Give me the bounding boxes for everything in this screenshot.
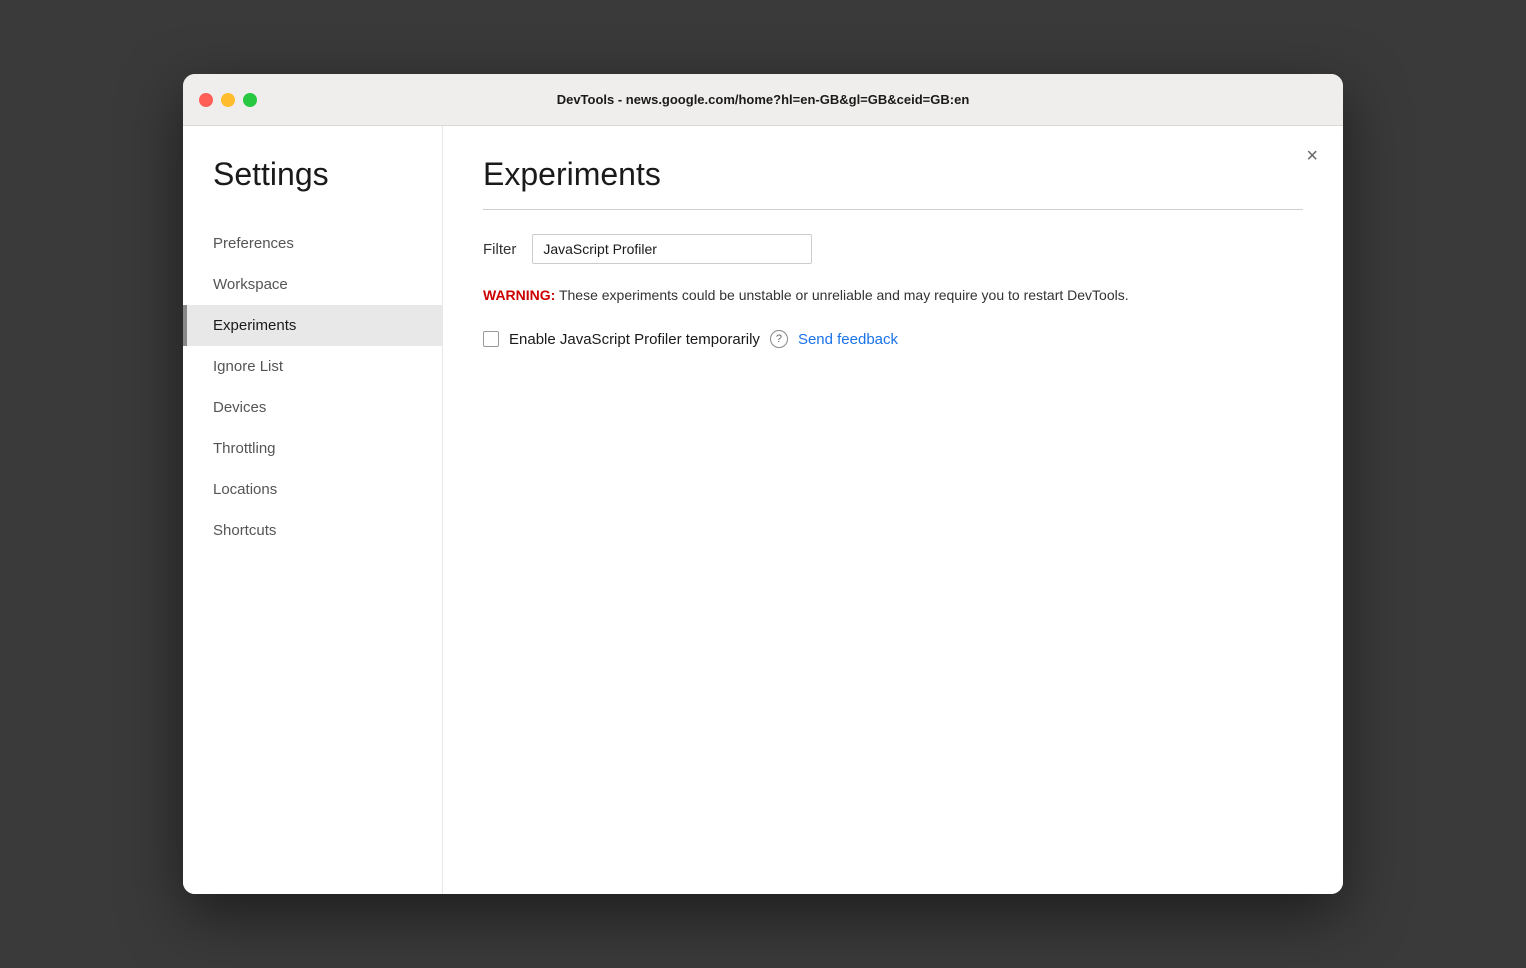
window: DevTools - news.google.com/home?hl=en-GB… <box>183 74 1343 894</box>
warning-label: WARNING: <box>483 287 555 303</box>
window-content: Settings Preferences Workspace Experimen… <box>183 126 1343 894</box>
dialog-close-button[interactable]: × <box>1306 146 1318 166</box>
sidebar-item-workspace[interactable]: Workspace <box>183 264 442 305</box>
sidebar-item-ignore-list[interactable]: Ignore List <box>183 346 442 387</box>
sidebar-item-devices[interactable]: Devices <box>183 387 442 428</box>
filter-input[interactable] <box>532 234 812 264</box>
experiment-row: Enable JavaScript Profiler temporarily ?… <box>483 330 1303 348</box>
sidebar-item-throttling[interactable]: Throttling <box>183 428 442 469</box>
traffic-lights <box>199 93 257 107</box>
experiment-checkbox[interactable] <box>483 331 499 347</box>
title-divider <box>483 209 1303 210</box>
sidebar: Settings Preferences Workspace Experimen… <box>183 126 443 894</box>
sidebar-item-locations[interactable]: Locations <box>183 469 442 510</box>
warning-box: WARNING: These experiments could be unst… <box>483 284 1183 306</box>
close-button-traffic[interactable] <box>199 93 213 107</box>
filter-row: Filter <box>483 234 1303 264</box>
filter-label: Filter <box>483 241 516 258</box>
sidebar-item-preferences[interactable]: Preferences <box>183 223 442 264</box>
send-feedback-link[interactable]: Send feedback <box>798 331 898 348</box>
page-title: Experiments <box>483 156 1303 193</box>
help-icon[interactable]: ? <box>770 330 788 348</box>
title-bar: DevTools - news.google.com/home?hl=en-GB… <box>183 74 1343 126</box>
experiment-label: Enable JavaScript Profiler temporarily <box>509 331 760 348</box>
sidebar-item-experiments[interactable]: Experiments <box>183 305 442 346</box>
minimize-button-traffic[interactable] <box>221 93 235 107</box>
main-content: × Experiments Filter WARNING: These expe… <box>443 126 1343 894</box>
settings-title: Settings <box>183 156 442 223</box>
sidebar-item-shortcuts[interactable]: Shortcuts <box>183 510 442 551</box>
window-title: DevTools - news.google.com/home?hl=en-GB… <box>557 92 970 107</box>
maximize-button-traffic[interactable] <box>243 93 257 107</box>
warning-text: These experiments could be unstable or u… <box>559 287 1129 303</box>
